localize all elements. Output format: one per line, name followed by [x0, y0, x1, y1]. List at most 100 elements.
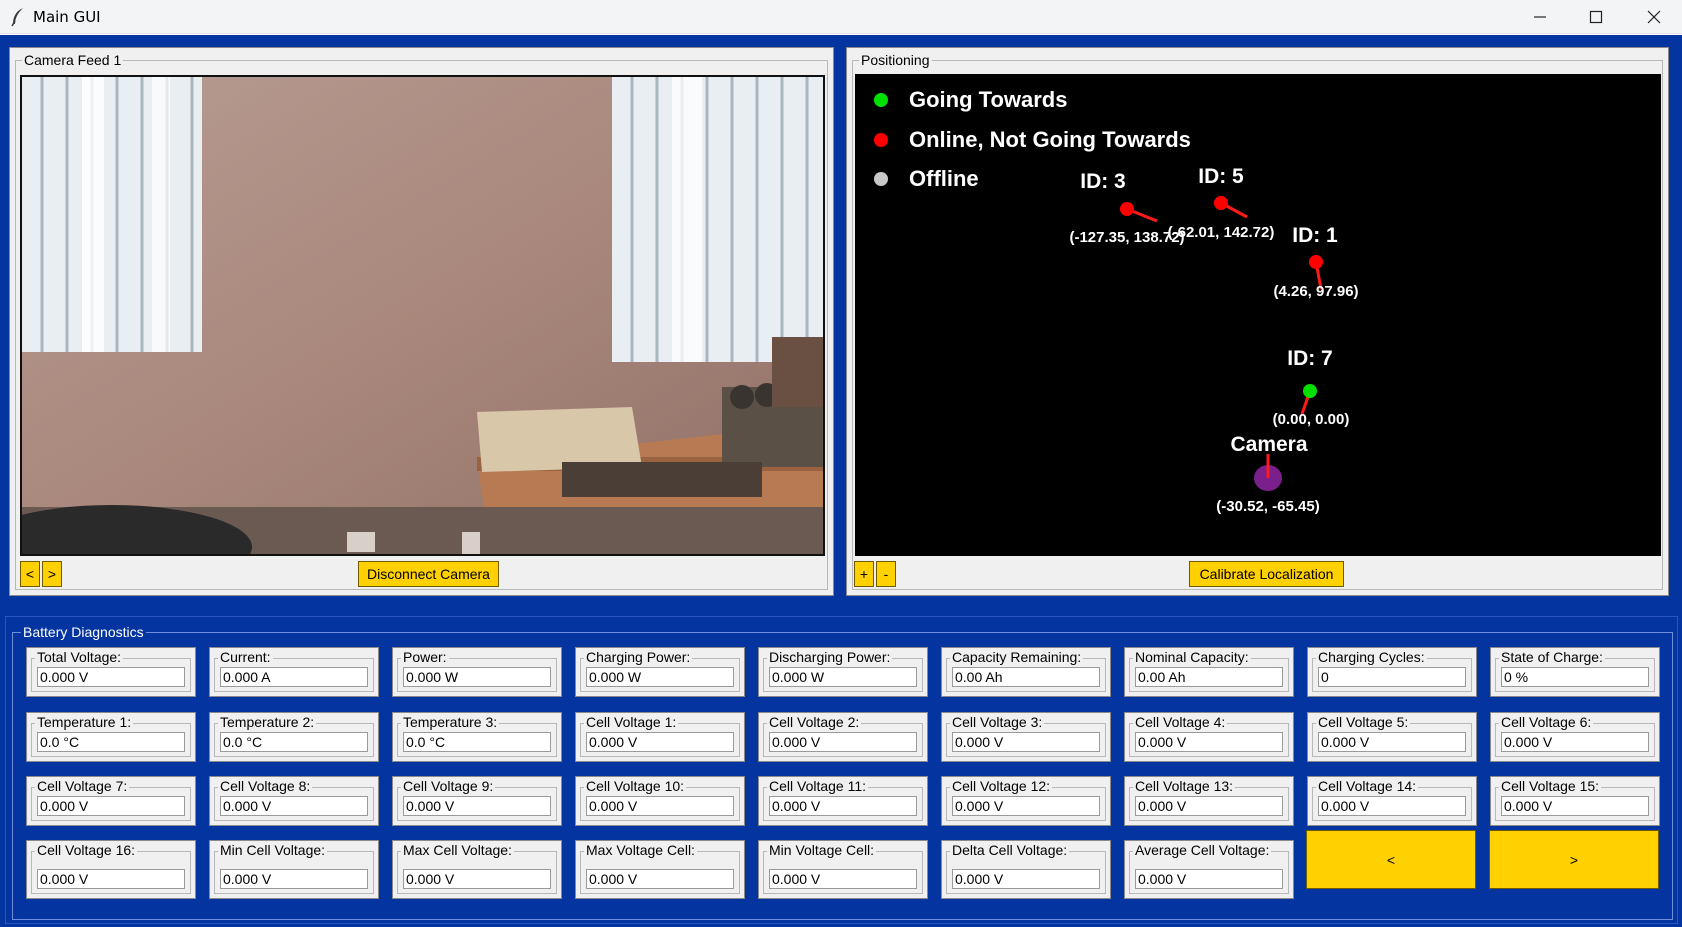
battery-field-label: Cell Voltage 7:: [35, 778, 130, 795]
battery-field-label: Cell Voltage 9:: [401, 778, 496, 795]
camera-prev-button[interactable]: <: [20, 561, 40, 587]
battery-field-cell-voltage-4: Cell Voltage 4: 0.000 V: [1124, 712, 1294, 762]
cell-voltage-1-value-field[interactable]: 0.000 V: [586, 732, 734, 752]
cell-voltage-3-value-field[interactable]: 0.000 V: [952, 732, 1100, 752]
battery-field-temperature-1: Temperature 1: 0.0 °C: [26, 712, 196, 762]
battery-field-label: Current:: [218, 649, 273, 666]
charging-power-value-field[interactable]: 0.000 W: [586, 667, 734, 687]
capacity-remaining-value-field[interactable]: 0.00 Ah: [952, 667, 1100, 687]
battery-field-delta-cell-voltage: Delta Cell Voltage: 0.000 V: [941, 840, 1111, 899]
battery-field-label: Cell Voltage 1:: [584, 714, 679, 731]
maximize-icon: [1589, 10, 1603, 24]
battery-field-label: Capacity Remaining:: [950, 649, 1084, 666]
temperature-1-value-field[interactable]: 0.0 °C: [37, 732, 185, 752]
power-value-field[interactable]: 0.000 W: [403, 667, 551, 687]
battery-field-frame: Temperature 2: 0.0 °C: [214, 714, 374, 757]
battery-field-label: Charging Cycles:: [1316, 649, 1427, 666]
cell-voltage-8-value-field[interactable]: 0.000 V: [220, 796, 368, 816]
close-button[interactable]: [1626, 0, 1682, 34]
min-cell-voltage-value-field[interactable]: 0.000 V: [220, 869, 368, 889]
zoom-in-button[interactable]: +: [854, 561, 874, 587]
camera-panel: Camera Feed 1 < > Disconnect Camera: [9, 47, 834, 596]
maximize-button[interactable]: [1568, 0, 1624, 34]
cell-voltage-7-value-field[interactable]: 0.000 V: [37, 796, 185, 816]
battery-field-frame: Power: 0.000 W: [397, 649, 557, 692]
battery-field-label: Total Voltage:: [35, 649, 124, 666]
legend-offline-dot: [874, 172, 888, 186]
discharging-power-value-field[interactable]: 0.000 W: [769, 667, 917, 687]
cell-voltage-14-value-field[interactable]: 0.000 V: [1318, 796, 1466, 816]
battery-field-frame: Cell Voltage 11: 0.000 V: [763, 778, 923, 821]
battery-field-frame: Cell Voltage 13: 0.000 V: [1129, 778, 1289, 821]
battery-field-cell-voltage-3: Cell Voltage 3: 0.000 V: [941, 712, 1111, 762]
battery-field-frame: Cell Voltage 6: 0.000 V: [1495, 714, 1655, 757]
charging-cycles-value-field[interactable]: 0: [1318, 667, 1466, 687]
battery-field-label: Cell Voltage 11:: [767, 778, 869, 795]
max-cell-voltage-value-field[interactable]: 0.000 V: [403, 869, 551, 889]
temperature-3-value-field[interactable]: 0.0 °C: [403, 732, 551, 752]
battery-field-frame: Discharging Power: 0.000 W: [763, 649, 923, 692]
cell-voltage-12-value-field[interactable]: 0.000 V: [952, 796, 1100, 816]
legend-going-towards-label: Going Towards: [909, 87, 1067, 112]
camera-feed-title: Camera Feed 1: [22, 51, 124, 69]
cell-voltage-6-value-field[interactable]: 0.000 V: [1501, 732, 1649, 752]
battery-field-label: Delta Cell Voltage:: [950, 842, 1070, 859]
battery-field-label: Cell Voltage 2:: [767, 714, 862, 731]
battery-field-label: Average Cell Voltage:: [1133, 842, 1272, 859]
calibrate-localization-button[interactable]: Calibrate Localization: [1189, 561, 1344, 587]
battery-field-label: Temperature 1:: [35, 714, 134, 731]
min-voltage-cell-value-field[interactable]: 0.000 V: [769, 869, 917, 889]
disconnect-camera-button[interactable]: Disconnect Camera: [358, 561, 499, 587]
legend-online-label: Online, Not Going Towards: [909, 127, 1191, 152]
marker-id1-label: ID: 1: [1292, 224, 1338, 247]
marker-id1-coords: (4.26, 97.96): [1273, 283, 1358, 300]
battery-field-cell-voltage-10: Cell Voltage 10: 0.000 V: [575, 776, 745, 826]
battery-next-page-button[interactable]: >: [1489, 830, 1659, 889]
average-cell-voltage-value-field[interactable]: 0.000 V: [1135, 869, 1283, 889]
battery-field-label: Cell Voltage 15:: [1499, 778, 1602, 795]
battery-field-frame: Cell Voltage 2: 0.000 V: [763, 714, 923, 757]
battery-field-frame: Cell Voltage 8: 0.000 V: [214, 778, 374, 821]
delta-cell-voltage-value-field[interactable]: 0.000 V: [952, 869, 1100, 889]
cell-voltage-4-value-field[interactable]: 0.000 V: [1135, 732, 1283, 752]
total-voltage-value-field[interactable]: 0.000 V: [37, 667, 185, 687]
cell-voltage-5-value-field[interactable]: 0.000 V: [1318, 732, 1466, 752]
nominal-capacity-value-field[interactable]: 0.00 Ah: [1135, 667, 1283, 687]
positioning-panel: Positioning Going Towards Online, Not Go…: [846, 47, 1669, 596]
cell-voltage-15-value-field[interactable]: 0.000 V: [1501, 796, 1649, 816]
battery-field-frame: Total Voltage: 0.000 V: [31, 649, 191, 692]
cell-voltage-10-value-field[interactable]: 0.000 V: [586, 796, 734, 816]
battery-field-label: Cell Voltage 13:: [1133, 778, 1236, 795]
zoom-out-button[interactable]: -: [876, 561, 896, 587]
max-voltage-cell-value-field[interactable]: 0.000 V: [586, 869, 734, 889]
marker-id5-label: ID: 5: [1198, 165, 1244, 188]
cell-voltage-9-value-field[interactable]: 0.000 V: [403, 796, 551, 816]
battery-field-cell-voltage-6: Cell Voltage 6: 0.000 V: [1490, 712, 1660, 762]
battery-field-total-voltage: Total Voltage: 0.000 V: [26, 647, 196, 697]
battery-field-state-of-charge: State of Charge: 0 %: [1490, 647, 1660, 697]
battery-field-frame: State of Charge: 0 %: [1495, 649, 1655, 692]
marker-camera-coords: (-30.52, -65.45): [1216, 498, 1319, 515]
battery-prev-page-button[interactable]: <: [1306, 830, 1476, 889]
cell-voltage-16-value-field[interactable]: 0.000 V: [37, 869, 185, 889]
battery-field-nominal-capacity: Nominal Capacity: 0.00 Ah: [1124, 647, 1294, 697]
battery-diagnostics-panel: Battery Diagnostics Total Voltage: 0.000 …: [5, 616, 1678, 924]
current-value-field[interactable]: 0.000 A: [220, 667, 368, 687]
minimize-button[interactable]: [1512, 0, 1568, 34]
cell-voltage-13-value-field[interactable]: 0.000 V: [1135, 796, 1283, 816]
battery-field-label: Min Voltage Cell:: [767, 842, 877, 859]
battery-field-label: Cell Voltage 14:: [1316, 778, 1419, 795]
state-of-charge-value-field[interactable]: 0 %: [1501, 667, 1649, 687]
battery-field-label: Nominal Capacity:: [1133, 649, 1251, 666]
camera-next-button[interactable]: >: [42, 561, 62, 587]
battery-field-cell-voltage-1: Cell Voltage 1: 0.000 V: [575, 712, 745, 762]
cell-voltage-2-value-field[interactable]: 0.000 V: [769, 732, 917, 752]
legend-online-dot: [874, 133, 888, 147]
cell-voltage-11-value-field[interactable]: 0.000 V: [769, 796, 917, 816]
temperature-2-value-field[interactable]: 0.0 °C: [220, 732, 368, 752]
battery-field-frame: Cell Voltage 16: 0.000 V: [31, 842, 191, 894]
battery-field-frame: Capacity Remaining: 0.00 Ah: [946, 649, 1106, 692]
battery-field-capacity-remaining: Capacity Remaining: 0.00 Ah: [941, 647, 1111, 697]
battery-field-cell-voltage-8: Cell Voltage 8: 0.000 V: [209, 776, 379, 826]
feather-icon: [11, 8, 23, 27]
